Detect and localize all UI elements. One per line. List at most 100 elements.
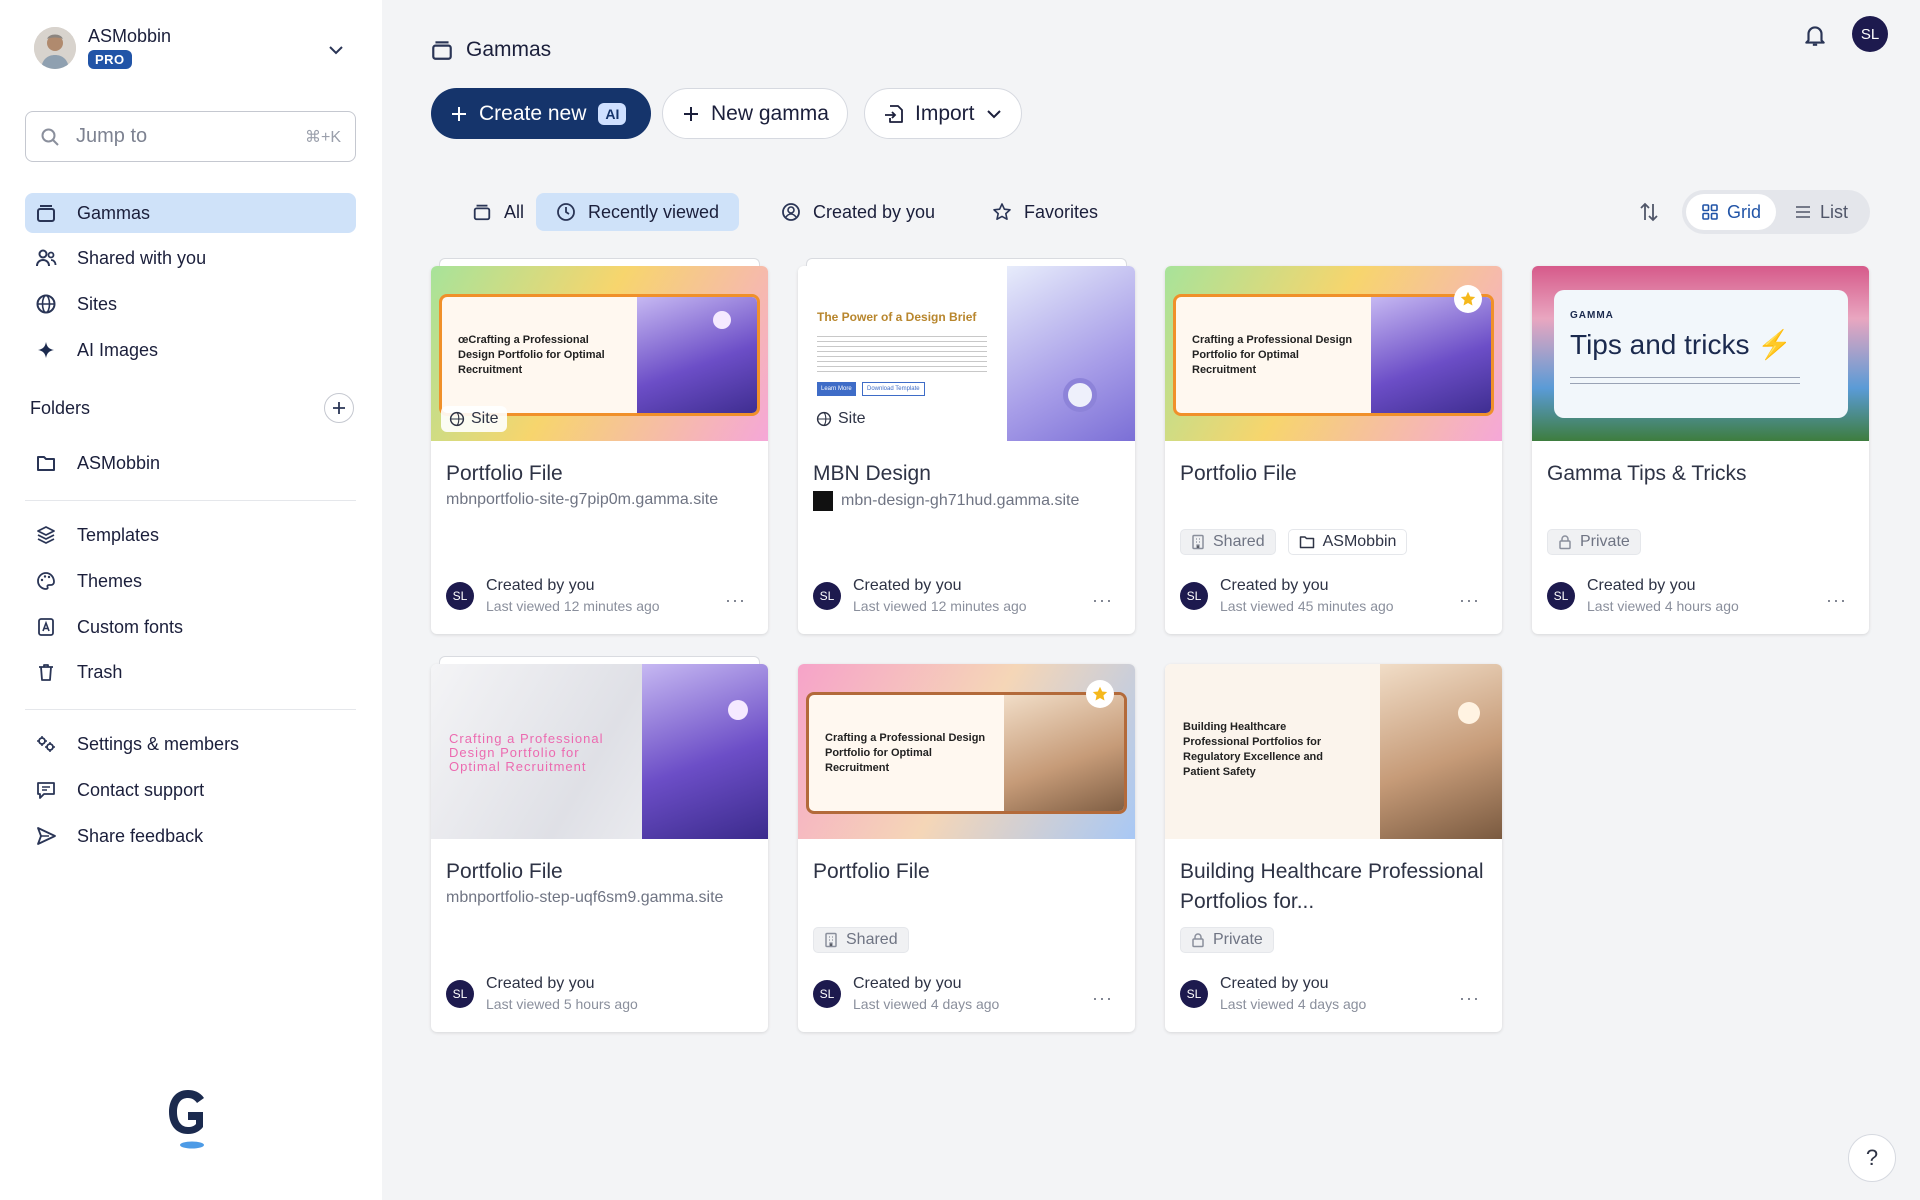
tab-label: Recently viewed	[588, 201, 720, 222]
last-viewed: Last viewed 5 hours ago	[486, 996, 638, 1012]
sidebar-item-ai-images[interactable]: AI Images	[25, 330, 356, 370]
more-options-button[interactable]: ···	[1459, 590, 1480, 611]
tab-all[interactable]: All	[452, 193, 544, 231]
notifications-bell-icon[interactable]	[1802, 22, 1828, 48]
create-new-button[interactable]: Create new AI	[431, 88, 651, 139]
add-folder-button[interactable]	[324, 393, 354, 423]
more-options-button[interactable]: ···	[1092, 590, 1113, 611]
thumbnail-text: Crafting a Professional Design Portfolio…	[1192, 334, 1353, 376]
avatar: SL	[813, 581, 841, 610]
more-options-button[interactable]: ···	[1092, 988, 1113, 1009]
chip-label: Private	[1213, 931, 1263, 948]
favorite-star-icon[interactable]	[1086, 680, 1114, 708]
folder-chip[interactable]: ASMobbin	[1287, 529, 1408, 555]
tab-label: Created by you	[813, 201, 936, 222]
grid-label: Grid	[1726, 201, 1761, 222]
sidebar-item-share-feedback[interactable]: Share feedback	[25, 816, 356, 856]
sidebar-item-label: Trash	[77, 661, 123, 682]
sidebar-item-sites[interactable]: Sites	[25, 284, 356, 324]
created-by: Created by you	[1587, 577, 1696, 594]
thumbnail-slide: GAMMA Tips and tricks ⚡	[1554, 290, 1848, 418]
chevron-down-icon[interactable]	[326, 40, 346, 60]
sidebar-item-label: Settings & members	[77, 733, 240, 754]
thumbnail-text: Crafting a Professional Design Portfolio…	[449, 731, 604, 774]
gamma-card[interactable]: Building Healthcare Professional Portfol…	[1165, 664, 1502, 1032]
page-header: Gammas	[430, 38, 551, 62]
tab-recently-viewed[interactable]: Recently viewed	[536, 193, 740, 231]
sidebar-folder-asmobbin[interactable]: ASMobbin	[25, 443, 356, 483]
list-view-button[interactable]: List	[1776, 194, 1866, 230]
created-by: Created by you	[1220, 577, 1329, 594]
gamma-card[interactable]: Crafting a Professional Design Portfolio…	[798, 664, 1135, 1032]
chevron-down-icon	[986, 109, 1001, 118]
clock-icon	[557, 203, 575, 221]
font-icon	[38, 618, 54, 636]
sidebar-item-templates[interactable]: Templates	[25, 515, 356, 555]
stack-icon	[473, 204, 491, 221]
jump-to-search[interactable]: Jump to ⌘+K	[25, 111, 356, 162]
account-name: ASMobbin	[88, 26, 172, 46]
last-viewed: Last viewed 4 days ago	[853, 996, 1000, 1012]
sidebar-item-contact-support[interactable]: Contact support	[25, 770, 356, 810]
search-icon	[41, 128, 59, 146]
sort-icon[interactable]	[1637, 200, 1661, 224]
divider	[25, 500, 356, 501]
card-footer: SL Created by you Last viewed 4 hours ago	[1547, 577, 1739, 614]
favorite-star-icon[interactable]	[1454, 285, 1482, 313]
new-gamma-button[interactable]: New gamma	[662, 88, 848, 139]
sidebar-item-shared[interactable]: Shared with you	[25, 238, 356, 278]
card-footer: SL Created by you Last viewed 12 minutes …	[813, 577, 1027, 614]
card-footer: SL Created by you Last viewed 5 hours ago	[446, 975, 638, 1012]
sidebar-item-label: AI Images	[77, 339, 159, 360]
import-icon	[885, 104, 903, 123]
settings-icon	[37, 736, 55, 752]
card-url: mbnportfolio-site-g7pip0m.gamma.site	[446, 491, 718, 509]
list-icon	[1795, 206, 1810, 218]
chip-label: Shared	[1213, 533, 1265, 550]
last-viewed: Last viewed 4 hours ago	[1587, 598, 1739, 614]
chip-label: Private	[1580, 533, 1630, 550]
last-viewed: Last viewed 4 days ago	[1220, 996, 1367, 1012]
stack-icon	[432, 41, 452, 60]
tab-favorites[interactable]: Favorites	[972, 193, 1118, 231]
gamma-card[interactable]: The Power of a Design Brief Learn More D…	[798, 258, 1135, 634]
gamma-card[interactable]: œCrafting a Professional Design Portfoli…	[431, 258, 768, 634]
sidebar-item-label: Templates	[77, 524, 160, 545]
folders-heading: Folders	[30, 398, 91, 418]
sidebar: ASMobbin PRO Jump to ⌘+K Gammas Shared w…	[0, 0, 382, 1200]
sidebar-item-label: Gammas	[77, 202, 151, 223]
card-title: MBN Design	[813, 462, 931, 485]
help-button[interactable]: ?	[1848, 1134, 1896, 1182]
more-options-button[interactable]: ···	[725, 590, 746, 611]
grid-view-button[interactable]: Grid	[1686, 194, 1776, 230]
page-title: Gammas	[466, 38, 552, 61]
avatar: SL	[446, 979, 474, 1008]
user-avatar[interactable]: SL	[1852, 16, 1888, 52]
gamma-card[interactable]: Crafting a Professional Design Portfolio…	[431, 656, 768, 1032]
more-options-button[interactable]: ···	[1826, 590, 1847, 611]
sidebar-item-themes[interactable]: Themes	[25, 561, 356, 601]
last-viewed: Last viewed 45 minutes ago	[1220, 598, 1394, 614]
sidebar-item-gammas[interactable]: Gammas	[25, 193, 356, 233]
sidebar-item-custom-fonts[interactable]: Custom fonts	[25, 607, 356, 647]
gamma-logo-icon	[169, 1090, 204, 1149]
created-by: Created by you	[853, 975, 962, 992]
more-options-button[interactable]: ···	[1459, 988, 1480, 1009]
site-badge-label: Site	[471, 410, 499, 427]
sidebar-item-label: Shared with you	[77, 247, 207, 268]
sidebar-item-settings[interactable]: Settings & members	[25, 724, 356, 764]
avatar: SL	[1180, 581, 1208, 610]
sidebar-item-label: Share feedback	[77, 825, 204, 846]
card-chips: Private	[1180, 927, 1274, 953]
search-placeholder: Jump to	[76, 125, 148, 147]
import-button[interactable]: Import	[864, 88, 1022, 139]
gamma-card[interactable]: GAMMA Tips and tricks ⚡ Gamma Tips & Tri…	[1532, 266, 1869, 634]
thumbnail-text: The Power of a Design Brief	[817, 310, 977, 324]
gamma-card[interactable]: Crafting a Professional Design Portfolio…	[1165, 266, 1502, 634]
thumbnail-text: Crafting a Professional Design Portfolio…	[825, 732, 986, 774]
account-switcher[interactable]: ASMobbin PRO	[34, 26, 171, 69]
sidebar-item-trash[interactable]: Trash	[25, 652, 356, 692]
card-title: Building Healthcare Professional Portfol…	[1180, 860, 1484, 913]
tab-created-by-you[interactable]: Created by you	[761, 193, 955, 231]
card-thumbnail: The Power of a Design Brief Learn More D…	[798, 266, 1135, 441]
